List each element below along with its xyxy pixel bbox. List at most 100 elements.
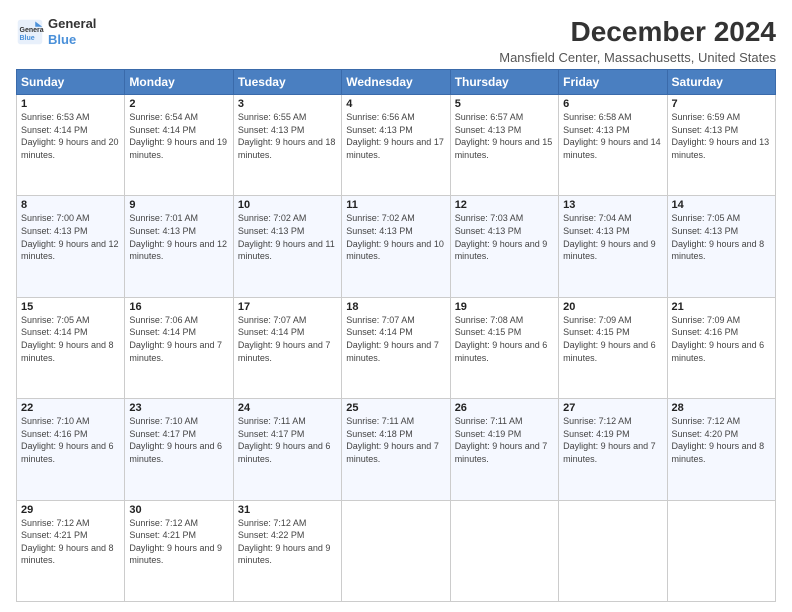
day-number: 16 bbox=[129, 301, 228, 313]
day-info: Sunrise: 7:00 AMSunset: 4:13 PMDaylight:… bbox=[21, 212, 120, 262]
title-block: December 2024 Mansfield Center, Massachu… bbox=[499, 16, 776, 65]
day-number: 8 bbox=[21, 199, 120, 211]
calendar-cell: 8Sunrise: 7:00 AMSunset: 4:13 PMDaylight… bbox=[17, 196, 125, 297]
weekday-header: Saturday bbox=[667, 70, 775, 95]
calendar-header-row: SundayMondayTuesdayWednesdayThursdayFrid… bbox=[17, 70, 776, 95]
day-number: 23 bbox=[129, 402, 228, 414]
calendar-cell: 13Sunrise: 7:04 AMSunset: 4:13 PMDayligh… bbox=[559, 196, 667, 297]
day-number: 30 bbox=[129, 504, 228, 516]
calendar-cell: 16Sunrise: 7:06 AMSunset: 4:14 PMDayligh… bbox=[125, 297, 233, 398]
calendar-cell: 22Sunrise: 7:10 AMSunset: 4:16 PMDayligh… bbox=[17, 399, 125, 500]
day-number: 18 bbox=[346, 301, 445, 313]
calendar-cell bbox=[342, 500, 450, 601]
calendar-cell: 10Sunrise: 7:02 AMSunset: 4:13 PMDayligh… bbox=[233, 196, 341, 297]
weekday-header: Sunday bbox=[17, 70, 125, 95]
calendar-cell: 1Sunrise: 6:53 AMSunset: 4:14 PMDaylight… bbox=[17, 95, 125, 196]
day-number: 24 bbox=[238, 402, 337, 414]
day-info: Sunrise: 6:55 AMSunset: 4:13 PMDaylight:… bbox=[238, 111, 337, 161]
calendar-cell bbox=[450, 500, 558, 601]
day-number: 28 bbox=[672, 402, 771, 414]
main-title: December 2024 bbox=[499, 16, 776, 48]
day-info: Sunrise: 7:11 AMSunset: 4:17 PMDaylight:… bbox=[238, 415, 337, 465]
day-info: Sunrise: 7:12 AMSunset: 4:21 PMDaylight:… bbox=[21, 517, 120, 567]
logo-line1: General bbox=[48, 16, 96, 32]
day-number: 7 bbox=[672, 98, 771, 110]
logo-icon: General Blue bbox=[16, 18, 44, 46]
subtitle: Mansfield Center, Massachusetts, United … bbox=[499, 50, 776, 65]
day-info: Sunrise: 7:05 AMSunset: 4:13 PMDaylight:… bbox=[672, 212, 771, 262]
day-number: 2 bbox=[129, 98, 228, 110]
day-info: Sunrise: 7:06 AMSunset: 4:14 PMDaylight:… bbox=[129, 314, 228, 364]
day-info: Sunrise: 6:56 AMSunset: 4:13 PMDaylight:… bbox=[346, 111, 445, 161]
day-info: Sunrise: 7:12 AMSunset: 4:20 PMDaylight:… bbox=[672, 415, 771, 465]
page: General Blue General Blue December 2024 … bbox=[0, 0, 792, 612]
calendar-row: 15Sunrise: 7:05 AMSunset: 4:14 PMDayligh… bbox=[17, 297, 776, 398]
svg-text:General: General bbox=[20, 27, 45, 34]
calendar-cell: 14Sunrise: 7:05 AMSunset: 4:13 PMDayligh… bbox=[667, 196, 775, 297]
calendar-cell: 27Sunrise: 7:12 AMSunset: 4:19 PMDayligh… bbox=[559, 399, 667, 500]
calendar-cell: 6Sunrise: 6:58 AMSunset: 4:13 PMDaylight… bbox=[559, 95, 667, 196]
day-info: Sunrise: 7:08 AMSunset: 4:15 PMDaylight:… bbox=[455, 314, 554, 364]
day-info: Sunrise: 7:02 AMSunset: 4:13 PMDaylight:… bbox=[238, 212, 337, 262]
day-info: Sunrise: 6:57 AMSunset: 4:13 PMDaylight:… bbox=[455, 111, 554, 161]
day-number: 20 bbox=[563, 301, 662, 313]
day-number: 29 bbox=[21, 504, 120, 516]
day-info: Sunrise: 7:12 AMSunset: 4:21 PMDaylight:… bbox=[129, 517, 228, 567]
calendar-cell: 12Sunrise: 7:03 AMSunset: 4:13 PMDayligh… bbox=[450, 196, 558, 297]
day-info: Sunrise: 7:04 AMSunset: 4:13 PMDaylight:… bbox=[563, 212, 662, 262]
day-number: 19 bbox=[455, 301, 554, 313]
calendar-cell: 11Sunrise: 7:02 AMSunset: 4:13 PMDayligh… bbox=[342, 196, 450, 297]
calendar-cell: 31Sunrise: 7:12 AMSunset: 4:22 PMDayligh… bbox=[233, 500, 341, 601]
day-info: Sunrise: 7:12 AMSunset: 4:19 PMDaylight:… bbox=[563, 415, 662, 465]
weekday-header: Thursday bbox=[450, 70, 558, 95]
day-info: Sunrise: 7:10 AMSunset: 4:17 PMDaylight:… bbox=[129, 415, 228, 465]
day-info: Sunrise: 6:53 AMSunset: 4:14 PMDaylight:… bbox=[21, 111, 120, 161]
weekday-header: Tuesday bbox=[233, 70, 341, 95]
day-info: Sunrise: 7:09 AMSunset: 4:15 PMDaylight:… bbox=[563, 314, 662, 364]
calendar-cell: 28Sunrise: 7:12 AMSunset: 4:20 PMDayligh… bbox=[667, 399, 775, 500]
calendar-table: SundayMondayTuesdayWednesdayThursdayFrid… bbox=[16, 69, 776, 602]
calendar-cell bbox=[667, 500, 775, 601]
day-info: Sunrise: 7:03 AMSunset: 4:13 PMDaylight:… bbox=[455, 212, 554, 262]
header: General Blue General Blue December 2024 … bbox=[16, 16, 776, 65]
day-number: 15 bbox=[21, 301, 120, 313]
day-number: 22 bbox=[21, 402, 120, 414]
day-info: Sunrise: 7:05 AMSunset: 4:14 PMDaylight:… bbox=[21, 314, 120, 364]
calendar-cell: 4Sunrise: 6:56 AMSunset: 4:13 PMDaylight… bbox=[342, 95, 450, 196]
day-number: 13 bbox=[563, 199, 662, 211]
calendar-cell: 26Sunrise: 7:11 AMSunset: 4:19 PMDayligh… bbox=[450, 399, 558, 500]
logo: General Blue General Blue bbox=[16, 16, 96, 47]
day-number: 3 bbox=[238, 98, 337, 110]
day-number: 31 bbox=[238, 504, 337, 516]
weekday-header: Wednesday bbox=[342, 70, 450, 95]
logo-line2: Blue bbox=[48, 32, 96, 48]
calendar-cell: 18Sunrise: 7:07 AMSunset: 4:14 PMDayligh… bbox=[342, 297, 450, 398]
calendar-cell: 23Sunrise: 7:10 AMSunset: 4:17 PMDayligh… bbox=[125, 399, 233, 500]
calendar-cell bbox=[559, 500, 667, 601]
day-number: 21 bbox=[672, 301, 771, 313]
day-number: 9 bbox=[129, 199, 228, 211]
day-number: 6 bbox=[563, 98, 662, 110]
day-info: Sunrise: 7:01 AMSunset: 4:13 PMDaylight:… bbox=[129, 212, 228, 262]
day-info: Sunrise: 7:07 AMSunset: 4:14 PMDaylight:… bbox=[346, 314, 445, 364]
day-number: 4 bbox=[346, 98, 445, 110]
calendar-cell: 17Sunrise: 7:07 AMSunset: 4:14 PMDayligh… bbox=[233, 297, 341, 398]
day-info: Sunrise: 7:12 AMSunset: 4:22 PMDaylight:… bbox=[238, 517, 337, 567]
day-number: 26 bbox=[455, 402, 554, 414]
calendar-cell: 25Sunrise: 7:11 AMSunset: 4:18 PMDayligh… bbox=[342, 399, 450, 500]
day-info: Sunrise: 6:54 AMSunset: 4:14 PMDaylight:… bbox=[129, 111, 228, 161]
calendar-cell: 15Sunrise: 7:05 AMSunset: 4:14 PMDayligh… bbox=[17, 297, 125, 398]
day-number: 10 bbox=[238, 199, 337, 211]
calendar-body: 1Sunrise: 6:53 AMSunset: 4:14 PMDaylight… bbox=[17, 95, 776, 602]
day-number: 5 bbox=[455, 98, 554, 110]
calendar-cell: 3Sunrise: 6:55 AMSunset: 4:13 PMDaylight… bbox=[233, 95, 341, 196]
logo-text: General Blue bbox=[48, 16, 96, 47]
svg-text:Blue: Blue bbox=[20, 34, 35, 41]
day-number: 17 bbox=[238, 301, 337, 313]
calendar-cell: 7Sunrise: 6:59 AMSunset: 4:13 PMDaylight… bbox=[667, 95, 775, 196]
calendar-row: 1Sunrise: 6:53 AMSunset: 4:14 PMDaylight… bbox=[17, 95, 776, 196]
day-number: 1 bbox=[21, 98, 120, 110]
calendar-cell: 2Sunrise: 6:54 AMSunset: 4:14 PMDaylight… bbox=[125, 95, 233, 196]
calendar-row: 8Sunrise: 7:00 AMSunset: 4:13 PMDaylight… bbox=[17, 196, 776, 297]
calendar-cell: 21Sunrise: 7:09 AMSunset: 4:16 PMDayligh… bbox=[667, 297, 775, 398]
